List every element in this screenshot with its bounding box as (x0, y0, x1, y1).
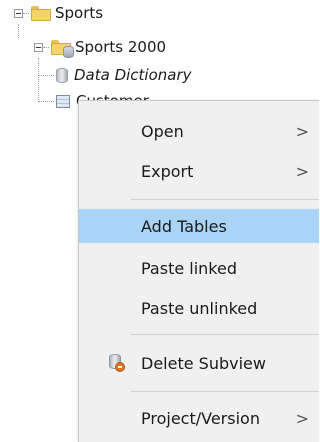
collapse-toggle-icon[interactable] (14, 8, 23, 18)
menu-item-label: Delete Subview (141, 353, 266, 373)
context-menu: Open > Export > Add Tables Paste linked … (78, 100, 319, 442)
tree-node-label: Sports 2000 (75, 38, 167, 56)
collapse-toggle-icon[interactable] (34, 42, 43, 52)
menu-separator (131, 334, 319, 335)
menu-item-add-tables[interactable]: Add Tables (79, 209, 319, 243)
submenu-arrow-icon: > (295, 161, 309, 181)
menu-item-label: Open (141, 121, 184, 141)
menu-item-paste-unlinked[interactable]: Paste unlinked (79, 291, 319, 325)
submenu-arrow-icon: > (295, 408, 309, 428)
menu-item-project-version[interactable]: Project/Version > (79, 401, 319, 435)
menu-item-label: Project/Version (141, 408, 260, 428)
menu-item-label: Export (141, 161, 194, 181)
project-tree: Sports Sports 2000 Data Dictionary Custo… (0, 0, 318, 110)
menu-item-paste-linked[interactable]: Paste linked (79, 251, 319, 285)
menu-item-export[interactable]: Export > (79, 154, 319, 188)
database-icon (56, 67, 68, 83)
menu-item-label: Paste unlinked (141, 298, 258, 318)
folder-icon (31, 5, 51, 21)
menu-separator (131, 199, 319, 200)
tree-node-sports-2000[interactable]: Sports 2000 (34, 38, 167, 58)
tree-connector (18, 24, 19, 38)
menu-separator (131, 391, 319, 392)
table-icon (56, 94, 70, 108)
tree-node-data-dictionary[interactable]: Data Dictionary (38, 66, 192, 84)
menu-item-delete-subview[interactable]: Delete Subview (79, 346, 319, 380)
menu-item-label: Paste linked (141, 258, 237, 278)
menu-item-label: Add Tables (141, 216, 227, 236)
submenu-arrow-icon: > (295, 121, 309, 141)
tree-node-label: Data Dictionary (74, 66, 192, 84)
delete-subview-icon (109, 354, 125, 372)
database-folder-icon (51, 39, 74, 58)
tree-node-label: Sports (55, 4, 104, 22)
menu-item-open[interactable]: Open > (79, 114, 319, 148)
tree-node-sports[interactable]: Sports (14, 4, 103, 22)
